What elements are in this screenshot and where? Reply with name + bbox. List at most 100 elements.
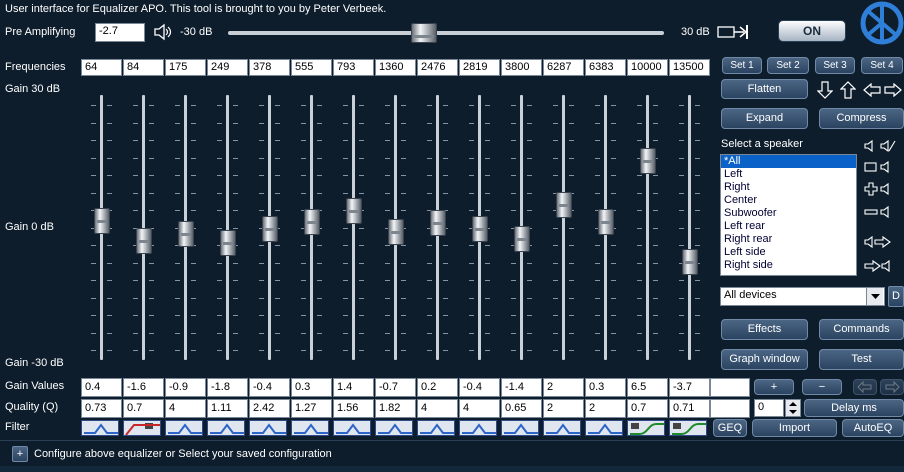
gain-value-input[interactable]: -1.8 bbox=[207, 378, 248, 397]
speaker-right-arrow-icon-2[interactable] bbox=[864, 259, 894, 273]
speaker-minus-icon[interactable] bbox=[864, 205, 878, 219]
filter-type-button[interactable] bbox=[417, 420, 455, 436]
quality-input[interactable]: 0.73 bbox=[81, 399, 122, 418]
gain-value-input[interactable]: 2 bbox=[543, 378, 584, 397]
left-arrow-disabled-button[interactable] bbox=[853, 379, 877, 395]
speaker-list-item[interactable]: Right bbox=[721, 181, 856, 194]
effects-button[interactable]: Effects bbox=[721, 319, 808, 340]
graph-window-button[interactable]: Graph window bbox=[721, 349, 808, 370]
quality-input[interactable]: 2.42 bbox=[249, 399, 290, 418]
gain-value-input[interactable]: -0.7 bbox=[375, 378, 416, 397]
gain-slider-thumb[interactable] bbox=[598, 209, 614, 236]
frequency-input[interactable]: 555 bbox=[291, 59, 332, 76]
gain-slider-thumb[interactable] bbox=[682, 248, 698, 275]
add-band-button[interactable]: + bbox=[754, 379, 794, 395]
filter-type-button[interactable] bbox=[669, 420, 707, 436]
gain-value-input[interactable]: -0.4 bbox=[249, 378, 290, 397]
gain-slider-thumb[interactable] bbox=[388, 218, 404, 245]
speaker-volume-icon[interactable] bbox=[153, 23, 173, 41]
delay-input[interactable]: 0 bbox=[754, 399, 784, 417]
filter-type-button[interactable] bbox=[585, 420, 623, 436]
frequency-input[interactable]: 793 bbox=[333, 59, 374, 76]
speaker-list-item[interactable]: Left side bbox=[721, 246, 856, 259]
right-arrow-disabled-button[interactable] bbox=[880, 379, 904, 395]
gain-slider-thumb[interactable] bbox=[346, 198, 362, 225]
gain-slider-thumb[interactable] bbox=[640, 147, 656, 174]
pre-amp-slider-thumb[interactable] bbox=[411, 23, 438, 43]
quality-input[interactable]: 1.82 bbox=[375, 399, 416, 418]
speaker-list-item[interactable]: Right rear bbox=[721, 233, 856, 246]
import-button[interactable]: Import bbox=[752, 419, 837, 437]
power-on-button[interactable]: ON bbox=[778, 20, 846, 42]
filter-type-button[interactable] bbox=[165, 420, 203, 436]
set-1-button[interactable]: Set 1 bbox=[722, 57, 762, 74]
arrow-right-icon[interactable] bbox=[884, 82, 902, 98]
gain-slider-thumb[interactable] bbox=[136, 227, 152, 254]
delay-ms-button[interactable]: Delay ms bbox=[804, 399, 904, 417]
speaker-small-icon[interactable] bbox=[880, 160, 894, 174]
quality-input[interactable]: 4 bbox=[417, 399, 458, 418]
filter-type-button[interactable] bbox=[501, 420, 539, 436]
filter-type-button[interactable] bbox=[543, 420, 581, 436]
gain-slider-track[interactable] bbox=[646, 95, 649, 360]
quality-input[interactable]: 0.7 bbox=[627, 399, 668, 418]
speaker-icon[interactable] bbox=[864, 139, 878, 153]
frequency-input[interactable]: 1360 bbox=[375, 59, 416, 76]
gain-slider-thumb[interactable] bbox=[178, 220, 194, 247]
commands-button[interactable]: Commands bbox=[819, 319, 904, 340]
set-2-button[interactable]: Set 2 bbox=[767, 57, 809, 74]
gain-slider-track[interactable] bbox=[352, 95, 355, 360]
chevron-down-icon[interactable] bbox=[866, 288, 883, 305]
arrow-down-icon[interactable] bbox=[816, 81, 834, 99]
pre-amp-slider[interactable] bbox=[228, 23, 664, 43]
speaker-list[interactable]: *All Left Right Center Subwoofer Left rear Rig… bbox=[720, 154, 857, 276]
set-3-button[interactable]: Set 3 bbox=[815, 57, 855, 74]
frequency-input[interactable]: 175 bbox=[165, 59, 206, 76]
gain-value-input[interactable]: -3.7 bbox=[669, 378, 710, 397]
gain-value-input[interactable]: 1.4 bbox=[333, 378, 374, 397]
speaker-list-item[interactable]: Left rear bbox=[721, 220, 856, 233]
remove-band-button[interactable]: − bbox=[802, 379, 842, 395]
device-d-button[interactable]: D bbox=[888, 286, 904, 307]
quality-input[interactable]: 0.65 bbox=[501, 399, 542, 418]
frequency-input[interactable]: 2819 bbox=[459, 59, 500, 76]
frequency-input[interactable]: 2476 bbox=[417, 59, 458, 76]
gain-slider-thumb[interactable] bbox=[220, 229, 236, 256]
gain-slider-thumb[interactable] bbox=[514, 225, 530, 252]
gain-slider-thumb[interactable] bbox=[430, 210, 446, 237]
quality-input[interactable]: 4 bbox=[165, 399, 206, 418]
filter-type-button[interactable] bbox=[81, 420, 119, 436]
frequency-input[interactable]: 249 bbox=[207, 59, 248, 76]
autoeq-button[interactable]: AutoEQ bbox=[842, 419, 904, 437]
frequency-input[interactable]: 6383 bbox=[585, 59, 626, 76]
arrow-up-icon[interactable] bbox=[839, 81, 857, 99]
gain-slider-thumb[interactable] bbox=[472, 215, 488, 242]
frequency-input[interactable]: 3800 bbox=[501, 59, 542, 76]
frequency-input[interactable]: 10000 bbox=[627, 59, 668, 76]
quality-input[interactable]: 0.71 bbox=[669, 399, 710, 418]
quality-input[interactable]: 1.27 bbox=[291, 399, 332, 418]
gain-value-input[interactable]: 0.3 bbox=[291, 378, 332, 397]
device-select[interactable]: All devices bbox=[720, 287, 885, 306]
speaker-square-icon[interactable] bbox=[864, 160, 878, 174]
geq-button[interactable]: GEQ bbox=[713, 419, 747, 437]
speaker-list-item[interactable]: Subwoofer bbox=[721, 207, 856, 220]
flatten-button[interactable]: Flatten bbox=[721, 79, 808, 99]
pre-amp-input[interactable]: -2.7 bbox=[95, 23, 145, 42]
gain-value-input[interactable]: -1.6 bbox=[123, 378, 164, 397]
quality-input[interactable]: 2 bbox=[585, 399, 626, 418]
gain-slider-thumb[interactable] bbox=[304, 209, 320, 236]
arrow-left-icon[interactable] bbox=[863, 82, 881, 98]
gain-slider-track[interactable] bbox=[226, 95, 229, 360]
speaker-list-item[interactable]: Left bbox=[721, 168, 856, 181]
configure-expand-button[interactable]: + bbox=[12, 446, 28, 462]
quality-input[interactable]: 1.56 bbox=[333, 399, 374, 418]
frequency-input[interactable]: 64 bbox=[81, 59, 122, 76]
quality-input[interactable]: 2 bbox=[543, 399, 584, 418]
output-arrow-icon[interactable] bbox=[716, 22, 750, 42]
test-button[interactable]: Test bbox=[819, 349, 904, 370]
speaker-small-icon-3[interactable] bbox=[880, 205, 894, 219]
gain-slider-track[interactable] bbox=[562, 95, 565, 360]
filter-type-button[interactable] bbox=[291, 420, 329, 436]
frequency-input[interactable]: 84 bbox=[123, 59, 164, 76]
